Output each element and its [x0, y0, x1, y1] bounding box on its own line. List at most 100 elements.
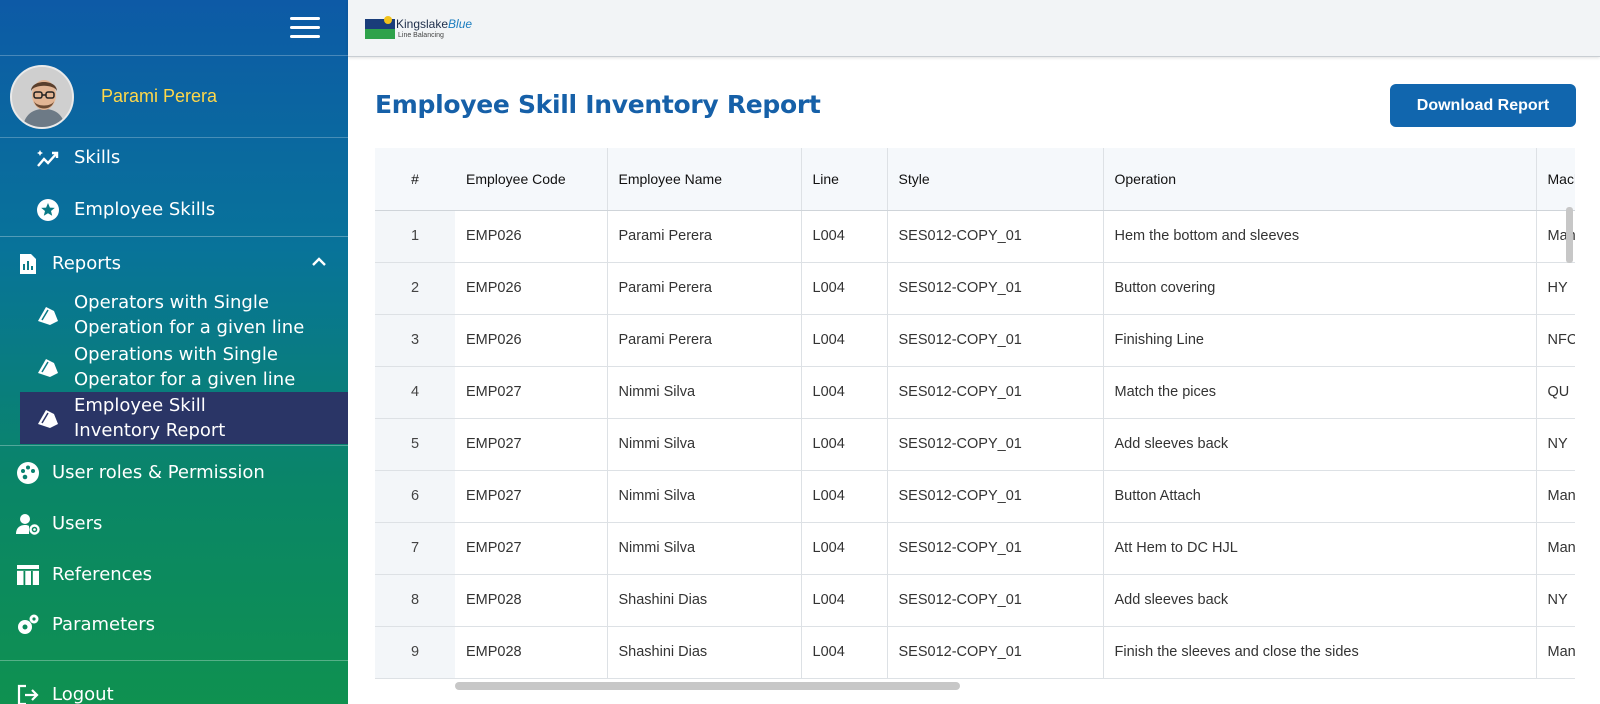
sidebar-item-user-roles[interactable]: User roles & Permission: [16, 460, 265, 485]
tag-icon: [36, 303, 60, 327]
cell-employee-code: EMP028: [455, 626, 608, 679]
sidebar-item-employee-skill-inventory-report[interactable]: Employee Skill Inventory Report: [36, 393, 225, 443]
cell-operation: Add sleeves back: [1103, 574, 1537, 627]
logo-mark-icon: [365, 16, 395, 39]
cell-row-number: 4: [375, 366, 455, 419]
table-row[interactable]: 6 EMP027 Nimmi Silva L004 SES012-COPY_01 Butt…: [375, 470, 1575, 523]
cell-operation: Finish the sleeves and close the sides: [1103, 626, 1537, 679]
cell-operation: Att Hem to DC HJL: [1103, 522, 1537, 575]
logo-subtitle: Line Balancing: [398, 32, 444, 39]
cell-style: SES012-COPY_01: [887, 314, 1104, 367]
sidebar-item-skills[interactable]: Skills: [36, 145, 120, 170]
sidebar-item-label-line1: Operations with Single: [74, 344, 278, 365]
cell-employee-name: Nimmi Silva: [607, 366, 802, 419]
table-row[interactable]: 1 EMP026 Parami Perera L004 SES012-COPY_01 He…: [375, 210, 1575, 263]
tag-icon: [36, 355, 60, 379]
cell-machine: NY: [1536, 574, 1575, 627]
table-row[interactable]: 8 EMP028 Shashini Dias L004 SES012-COPY_01 Ad…: [375, 574, 1575, 627]
user-profile: Parami Perera: [0, 56, 348, 138]
cell-row-number: 8: [375, 574, 455, 627]
table-row[interactable]: 7 EMP027 Nimmi Silva L004 SES012-COPY_01 Att …: [375, 522, 1575, 575]
cell-operation: Finishing Line: [1103, 314, 1537, 367]
hamburger-menu-icon[interactable]: [290, 17, 320, 39]
cell-row-number: 6: [375, 470, 455, 523]
cell-operation: Match the pices: [1103, 366, 1537, 419]
cell-machine: NY: [1536, 418, 1575, 471]
cell-employee-code: EMP027: [455, 418, 608, 471]
sidebar: Parami Perera Skills Employee Skills Rep…: [0, 0, 348, 704]
cell-style: SES012-COPY_01: [887, 262, 1104, 315]
user-name: Parami Perera: [101, 86, 218, 106]
cell-employee-name: Nimmi Silva: [607, 470, 802, 523]
sidebar-item-label-line1: Operators with Single: [74, 292, 269, 313]
sidebar-item-reports[interactable]: Reports: [16, 251, 121, 276]
vertical-scrollbar[interactable]: [1566, 207, 1573, 263]
sidebar-item-label: Employee Skills: [74, 199, 216, 220]
sidebar-item-logout[interactable]: Logout: [16, 682, 114, 704]
cell-line: L004: [801, 366, 888, 419]
sidebar-item-parameters[interactable]: Parameters: [16, 612, 155, 637]
column-header-operation[interactable]: Operation: [1103, 148, 1537, 211]
logo[interactable]: KingslakeBlue Line Balancing: [365, 13, 480, 43]
cell-employee-code: EMP026: [455, 314, 608, 367]
divider: [0, 660, 348, 661]
column-header-employee-code[interactable]: Employee Code: [455, 148, 608, 211]
column-header-style[interactable]: Style: [887, 148, 1104, 211]
table-row[interactable]: 2 EMP026 Parami Perera L004 SES012-COPY_01 Bu…: [375, 262, 1575, 315]
cell-style: SES012-COPY_01: [887, 522, 1104, 575]
cell-line: L004: [801, 418, 888, 471]
cell-row-number: 5: [375, 418, 455, 471]
column-header-number[interactable]: #: [375, 148, 455, 211]
cell-row-number: 7: [375, 522, 455, 575]
cell-line: L004: [801, 210, 888, 263]
sidebar-item-operations-single-operator[interactable]: Operations with Single Operator for a gi…: [36, 342, 295, 392]
cell-row-number: 9: [375, 626, 455, 679]
table-row[interactable]: 4 EMP027 Nimmi Silva L004 SES012-COPY_01 Matc…: [375, 366, 1575, 419]
column-header-employee-name[interactable]: Employee Name: [607, 148, 802, 211]
cell-row-number: 2: [375, 262, 455, 315]
sidebar-item-operators-single-operation[interactable]: Operators with Single Operation for a gi…: [36, 290, 304, 340]
cell-row-number: 1: [375, 210, 455, 263]
avatar[interactable]: [10, 65, 74, 129]
table-body: 1 EMP026 Parami Perera L004 SES012-COPY_01 He…: [375, 210, 1575, 679]
sidebar-item-label: References: [52, 564, 153, 585]
divider: [0, 236, 348, 237]
sidebar-item-users[interactable]: Users: [16, 511, 102, 536]
cell-style: SES012-COPY_01: [887, 574, 1104, 627]
cell-line: L004: [801, 574, 888, 627]
sidebar-item-label: Skills: [74, 147, 121, 168]
table-row[interactable]: 3 EMP026 Parami Perera L004 SES012-COPY_01 Fi…: [375, 314, 1575, 367]
top-bar: KingslakeBlue Line Balancing: [348, 0, 1600, 57]
sidebar-item-label: Parameters: [52, 614, 156, 635]
sidebar-item-references[interactable]: References: [16, 562, 152, 587]
tag-icon: [36, 406, 60, 430]
cell-employee-name: Shashini Dias: [607, 626, 802, 679]
sidebar-item-label-line2: Operator for a given line: [74, 369, 296, 390]
chevron-up-icon[interactable]: [310, 255, 328, 269]
sidebar-header: [0, 0, 348, 56]
star-badge-icon: [36, 198, 60, 222]
cell-operation: Add sleeves back: [1103, 418, 1537, 471]
cell-operation: Button Attach: [1103, 470, 1537, 523]
user-gear-icon: [16, 512, 40, 536]
column-header-line[interactable]: Line: [801, 148, 888, 211]
cell-employee-code: EMP026: [455, 262, 608, 315]
cell-employee-code: EMP027: [455, 366, 608, 419]
horizontal-scrollbar[interactable]: [455, 682, 960, 690]
report-document-icon: [16, 252, 40, 276]
column-header-machine[interactable]: Machine: [1536, 148, 1575, 211]
cell-style: SES012-COPY_01: [887, 418, 1104, 471]
cell-line: L004: [801, 262, 888, 315]
divider: [0, 445, 348, 446]
sidebar-item-employee-skills[interactable]: Employee Skills: [36, 197, 215, 222]
cell-employee-name: Shashini Dias: [607, 574, 802, 627]
cell-line: L004: [801, 470, 888, 523]
cell-employee-name: Nimmi Silva: [607, 418, 802, 471]
download-report-button[interactable]: Download Report: [1390, 84, 1576, 127]
report-table: # Employee Code Employee Name Line Style…: [375, 148, 1575, 679]
cell-employee-name: Parami Perera: [607, 314, 802, 367]
table-row[interactable]: 5 EMP027 Nimmi Silva L004 SES012-COPY_01 Add …: [375, 418, 1575, 471]
table-row[interactable]: 9 EMP028 Shashini Dias L004 SES012-COPY_01 Fi…: [375, 626, 1575, 679]
table-icon: [16, 563, 40, 587]
cell-machine: Manual: [1536, 470, 1575, 523]
